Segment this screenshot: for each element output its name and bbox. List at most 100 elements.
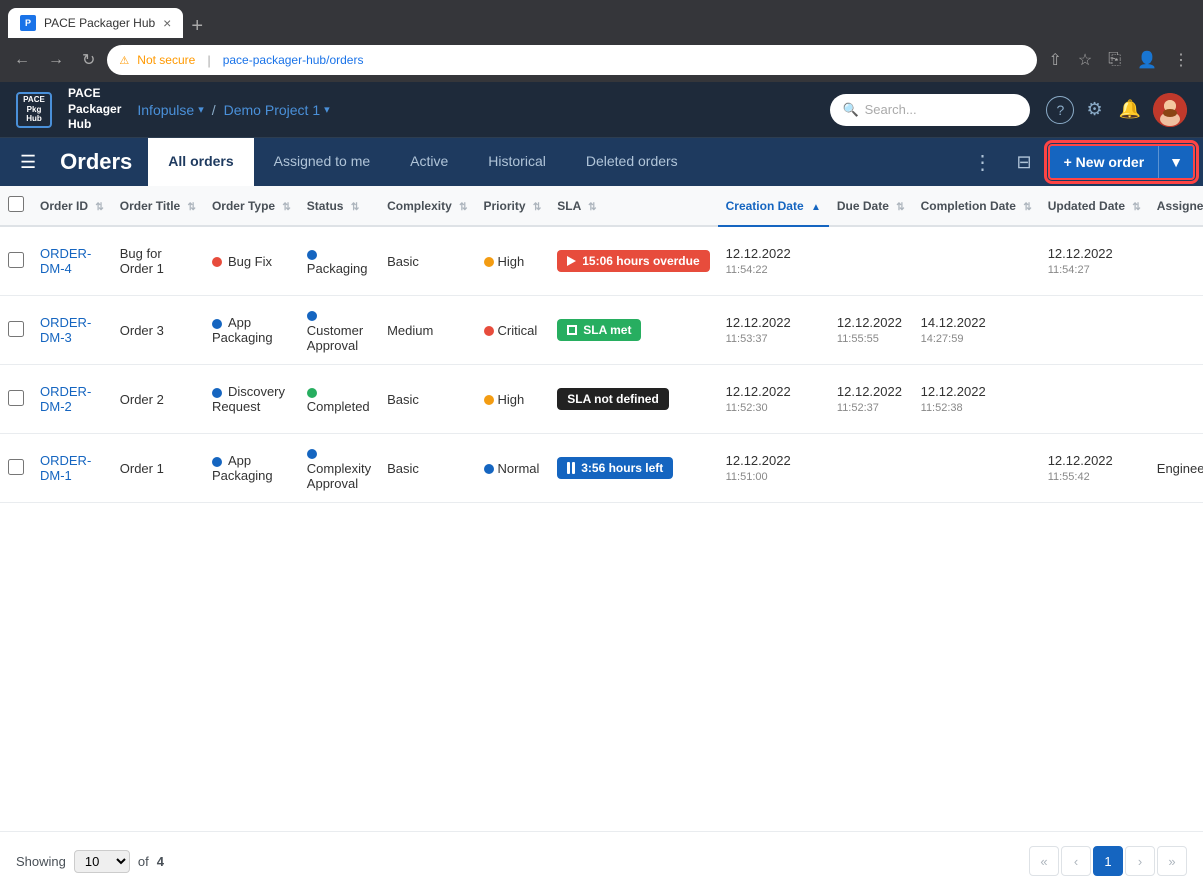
row-sla-2: SLA not defined [549, 365, 717, 434]
row-status-0: Packaging [299, 226, 379, 296]
tab-deleted-orders[interactable]: Deleted orders [566, 138, 698, 186]
user-avatar[interactable] [1153, 93, 1187, 127]
bookmark-icon[interactable]: ☆ [1072, 46, 1098, 74]
active-tab[interactable]: P PACE Packager Hub × [8, 8, 183, 38]
table-row: ORDER-DM-3 Order 3 App Packaging Custome… [0, 296, 1203, 365]
page-1-button[interactable]: 1 [1093, 846, 1123, 876]
of-label: of [138, 854, 149, 869]
row-creation-date-2: 12.12.202211:52:30 [718, 365, 829, 434]
new-tab-button[interactable]: + [183, 15, 211, 38]
col-updated-date[interactable]: Updated Date ⇅ [1040, 186, 1149, 226]
refresh-button[interactable]: ↻ [76, 46, 101, 74]
row-select-3[interactable] [8, 459, 24, 475]
col-order-type[interactable]: Order Type ⇅ [204, 186, 299, 226]
col-order-id[interactable]: Order ID ⇅ [32, 186, 112, 226]
row-order-title-2: Order 2 [112, 365, 204, 434]
header-nav: Infopulse ▾ / Demo Project 1 ▾ [137, 102, 329, 118]
app-title: PACE Packager Hub [68, 86, 121, 133]
cast-icon[interactable]: ⎘ [1102, 47, 1127, 73]
tab-assigned-to-me[interactable]: Assigned to me [254, 138, 391, 186]
row-select-0[interactable] [8, 252, 24, 268]
table-row: ORDER-DM-2 Order 2 Discovery Request Com… [0, 365, 1203, 434]
row-complexity-1: Medium [379, 296, 475, 365]
next-page-button[interactable]: › [1125, 846, 1155, 876]
browser-toolbar-actions: ⇧ ☆ ⎘ 👤 ⋮ [1043, 46, 1195, 74]
order-id-link-2[interactable]: ORDER-DM-2 [40, 384, 91, 414]
row-checkbox-0 [0, 226, 32, 296]
showing-label: Showing [16, 854, 66, 869]
translate-icon[interactable]: ⇧ [1043, 46, 1068, 74]
row-status-1: Customer Approval [299, 296, 379, 365]
col-completion-date[interactable]: Completion Date ⇅ [913, 186, 1040, 226]
pagination-info: Showing 10 25 50 100 of 4 [16, 850, 164, 873]
nav-separator: / [212, 102, 216, 118]
app-content: PACEPkgHub PACE Packager Hub Infopulse ▾… [0, 82, 1203, 890]
not-secure-label: Not secure [137, 53, 195, 67]
row-updated-date-3: 12.12.202211:55:42 [1040, 434, 1149, 503]
more-options-button[interactable]: ⋮ [965, 146, 1001, 179]
address-bar[interactable]: ⚠ Not secure | pace-packager-hub/orders [107, 45, 1036, 75]
col-creation-date[interactable]: Creation Date ▲ [718, 186, 829, 226]
project-link[interactable]: Demo Project 1 ▾ [224, 102, 330, 118]
notifications-button[interactable]: 🔔 [1115, 95, 1145, 124]
col-complexity[interactable]: Complexity ⇅ [379, 186, 475, 226]
header-icon-btns: ? ⚙ 🔔 [1046, 93, 1187, 127]
col-status[interactable]: Status ⇅ [299, 186, 379, 226]
row-order-type-0: Bug Fix [204, 226, 299, 296]
forward-button[interactable]: → [42, 47, 70, 73]
order-id-link-0[interactable]: ORDER-DM-4 [40, 246, 91, 276]
row-priority-0: High [476, 226, 550, 296]
help-button[interactable]: ? [1046, 96, 1074, 124]
security-icon: ⚠ [119, 54, 129, 67]
more-icon[interactable]: ⋮ [1167, 46, 1195, 74]
pagination: « ‹ 1 › » [1029, 846, 1187, 876]
filter-button[interactable]: ⊟ [1009, 148, 1040, 177]
settings-button[interactable]: ⚙ [1082, 95, 1106, 124]
tab-close-button[interactable]: × [163, 15, 171, 31]
org-link[interactable]: Infopulse ▾ [137, 102, 203, 118]
row-updated-date-0: 12.12.202211:54:27 [1040, 226, 1149, 296]
new-order-button[interactable]: + New order ▼ [1048, 144, 1195, 180]
row-sla-3: 3:56 hours left [549, 434, 717, 503]
col-priority[interactable]: Priority ⇅ [476, 186, 550, 226]
profile-icon[interactable]: 👤 [1131, 46, 1163, 74]
search-icon: 🔍 [842, 102, 858, 118]
address-separator: | [207, 53, 210, 68]
row-order-id-0: ORDER-DM-4 [32, 226, 112, 296]
first-page-button[interactable]: « [1029, 846, 1059, 876]
new-order-dropdown[interactable]: ▼ [1159, 146, 1193, 178]
select-all-checkbox[interactable] [8, 196, 24, 212]
col-due-date[interactable]: Due Date ⇅ [829, 186, 913, 226]
row-order-type-1: App Packaging [204, 296, 299, 365]
search-box[interactable]: 🔍 Search... [830, 94, 1030, 126]
back-button[interactable]: ← [8, 47, 36, 73]
page-title: Orders [48, 149, 144, 175]
orders-table-area: Order ID ⇅ Order Title ⇅ Order Type ⇅ St… [0, 186, 1203, 831]
browser-toolbar: ← → ↻ ⚠ Not secure | pace-packager-hub/o… [0, 38, 1203, 82]
hamburger-button[interactable]: ☰ [16, 148, 40, 177]
row-assignee-0 [1149, 226, 1203, 296]
col-order-title[interactable]: Order Title ⇅ [112, 186, 204, 226]
col-assignee[interactable]: Assignee ⇅ [1149, 186, 1203, 226]
col-select [0, 186, 32, 226]
last-page-button[interactable]: » [1157, 846, 1187, 876]
app-header: PACEPkgHub PACE Packager Hub Infopulse ▾… [0, 82, 1203, 138]
order-id-link-3[interactable]: ORDER-DM-1 [40, 453, 91, 483]
order-id-link-1[interactable]: ORDER-DM-3 [40, 315, 91, 345]
table-row: ORDER-DM-1 Order 1 App Packaging Complex… [0, 434, 1203, 503]
address-url: pace-packager-hub/orders [223, 53, 364, 67]
new-order-main[interactable]: + New order [1050, 146, 1160, 178]
table-footer: Showing 10 25 50 100 of 4 « ‹ 1 › » [0, 831, 1203, 890]
per-page-select[interactable]: 10 25 50 100 [74, 850, 130, 873]
row-select-1[interactable] [8, 321, 24, 337]
row-select-2[interactable] [8, 390, 24, 406]
row-assignee-2 [1149, 365, 1203, 434]
row-creation-date-3: 12.12.202211:51:00 [718, 434, 829, 503]
row-priority-3: Normal [476, 434, 550, 503]
tab-active[interactable]: Active [390, 138, 468, 186]
tab-all-orders[interactable]: All orders [148, 138, 253, 186]
row-due-date-2: 12.12.202211:52:37 [829, 365, 913, 434]
tab-historical[interactable]: Historical [468, 138, 566, 186]
col-sla[interactable]: SLA ⇅ [549, 186, 717, 226]
prev-page-button[interactable]: ‹ [1061, 846, 1091, 876]
